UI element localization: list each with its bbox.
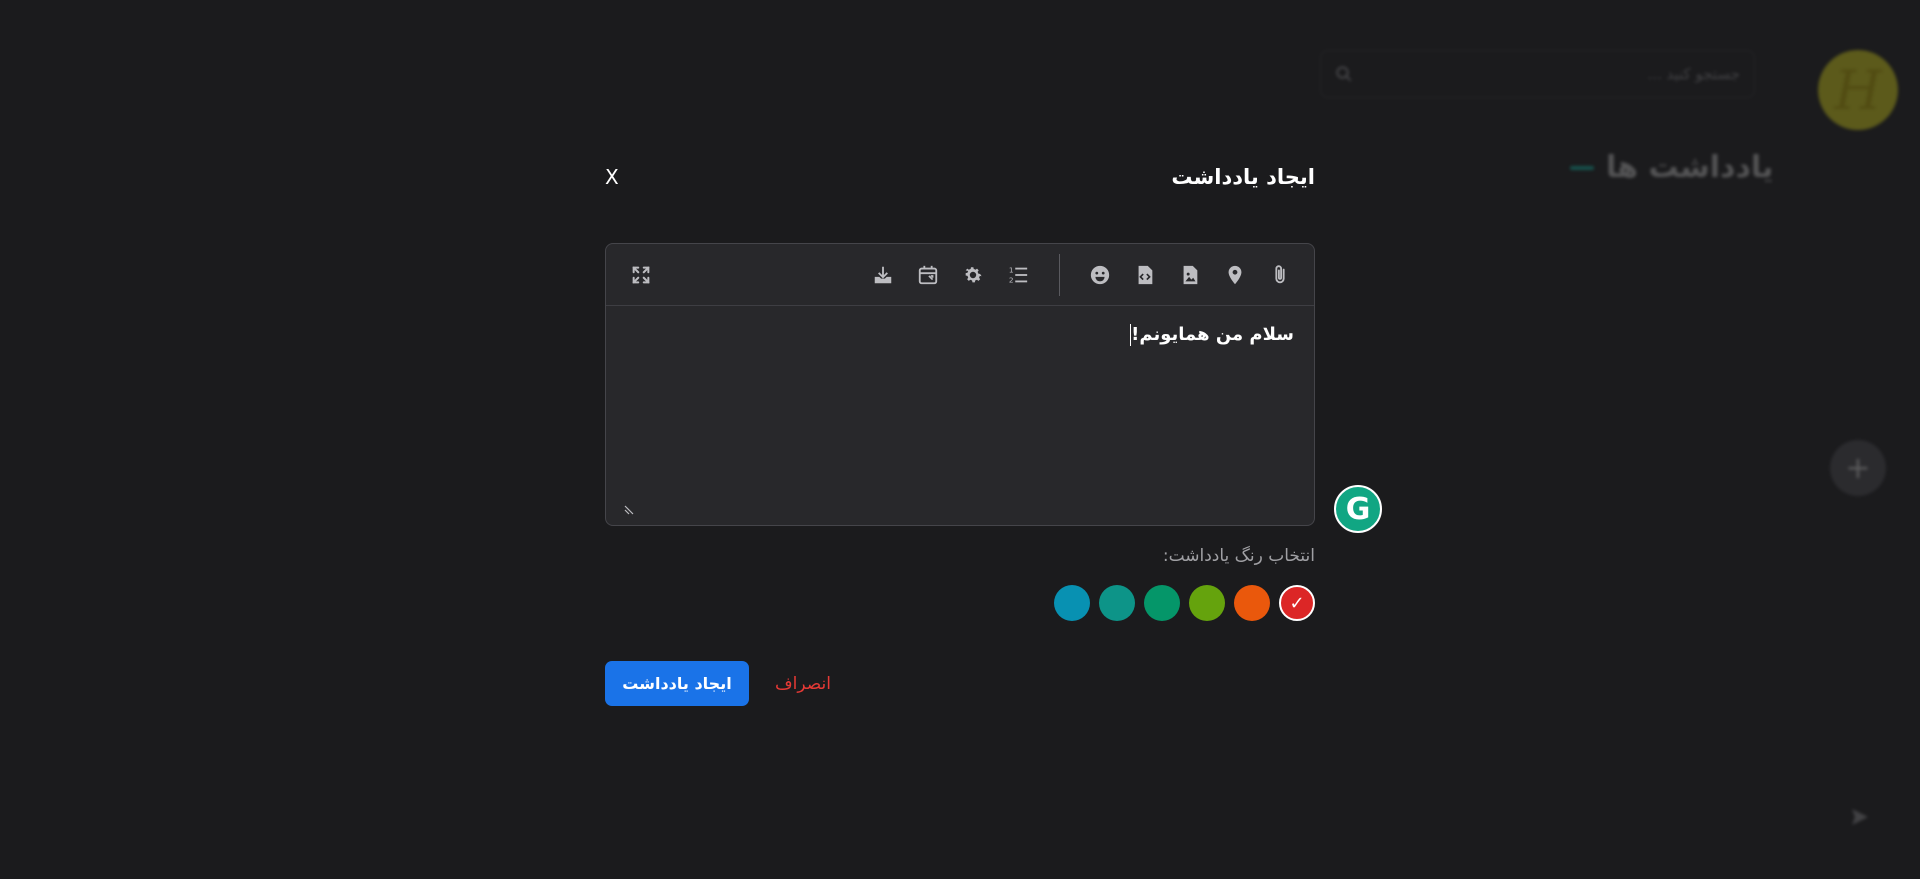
color-swatch-orange[interactable] [1234,585,1270,621]
ordered-list-icon[interactable]: 1 2 [1005,262,1031,288]
avatar[interactable]: H [1818,50,1898,130]
add-note-button[interactable]: + [1830,440,1886,496]
create-note-button[interactable]: ایجاد یادداشت [605,661,749,706]
toolbar-separator [1059,254,1060,296]
page-title-text: یادداشت ها [1606,150,1774,185]
color-picker-label: انتخاب رنگ یادداشت: [1162,546,1315,566]
page-title: یادداشت ها [1570,150,1773,185]
color-swatch-emerald[interactable] [1144,585,1180,621]
note-editor[interactable]: 1 2 سلام من همایونم! [605,243,1315,526]
search-icon [1336,66,1352,82]
attachment-icon[interactable] [1267,262,1293,288]
cancel-button[interactable]: انصراف [775,661,831,706]
location-icon[interactable] [1222,262,1248,288]
emoji-icon[interactable] [1087,262,1113,288]
editor-toolbar: 1 2 [606,244,1314,306]
color-swatch-teal[interactable] [1099,585,1135,621]
send-icon[interactable] [1848,805,1872,829]
fullscreen-icon[interactable] [628,262,654,288]
search-input[interactable]: جستجو کنید ... [1320,50,1755,98]
title-accent-dash [1570,165,1594,170]
color-swatch-lime[interactable] [1189,585,1225,621]
settings-icon[interactable] [960,262,986,288]
resize-handle-icon[interactable] [624,505,634,515]
grammarly-button[interactable]: G [1334,485,1382,533]
search-placeholder: جستجو کنید ... [1647,65,1740,83]
color-swatch-cyan[interactable] [1054,585,1090,621]
editor-text: سلام من همایونم! [1131,324,1294,345]
create-note-modal: ایجاد یادداشت X 1 2 سلام من همایونم! انت… [605,165,1315,715]
image-file-icon[interactable] [1177,262,1203,288]
color-swatch-red[interactable]: ✓ [1279,585,1315,621]
download-icon[interactable] [870,262,896,288]
modal-title: ایجاد یادداشت [1171,165,1315,189]
code-file-icon[interactable] [1132,262,1158,288]
svg-text:1: 1 [1009,265,1014,274]
calendar-icon[interactable] [915,262,941,288]
editor-content[interactable]: سلام من همایونم! [1128,324,1294,346]
svg-text:2: 2 [1009,275,1014,284]
close-button[interactable]: X [605,165,619,189]
